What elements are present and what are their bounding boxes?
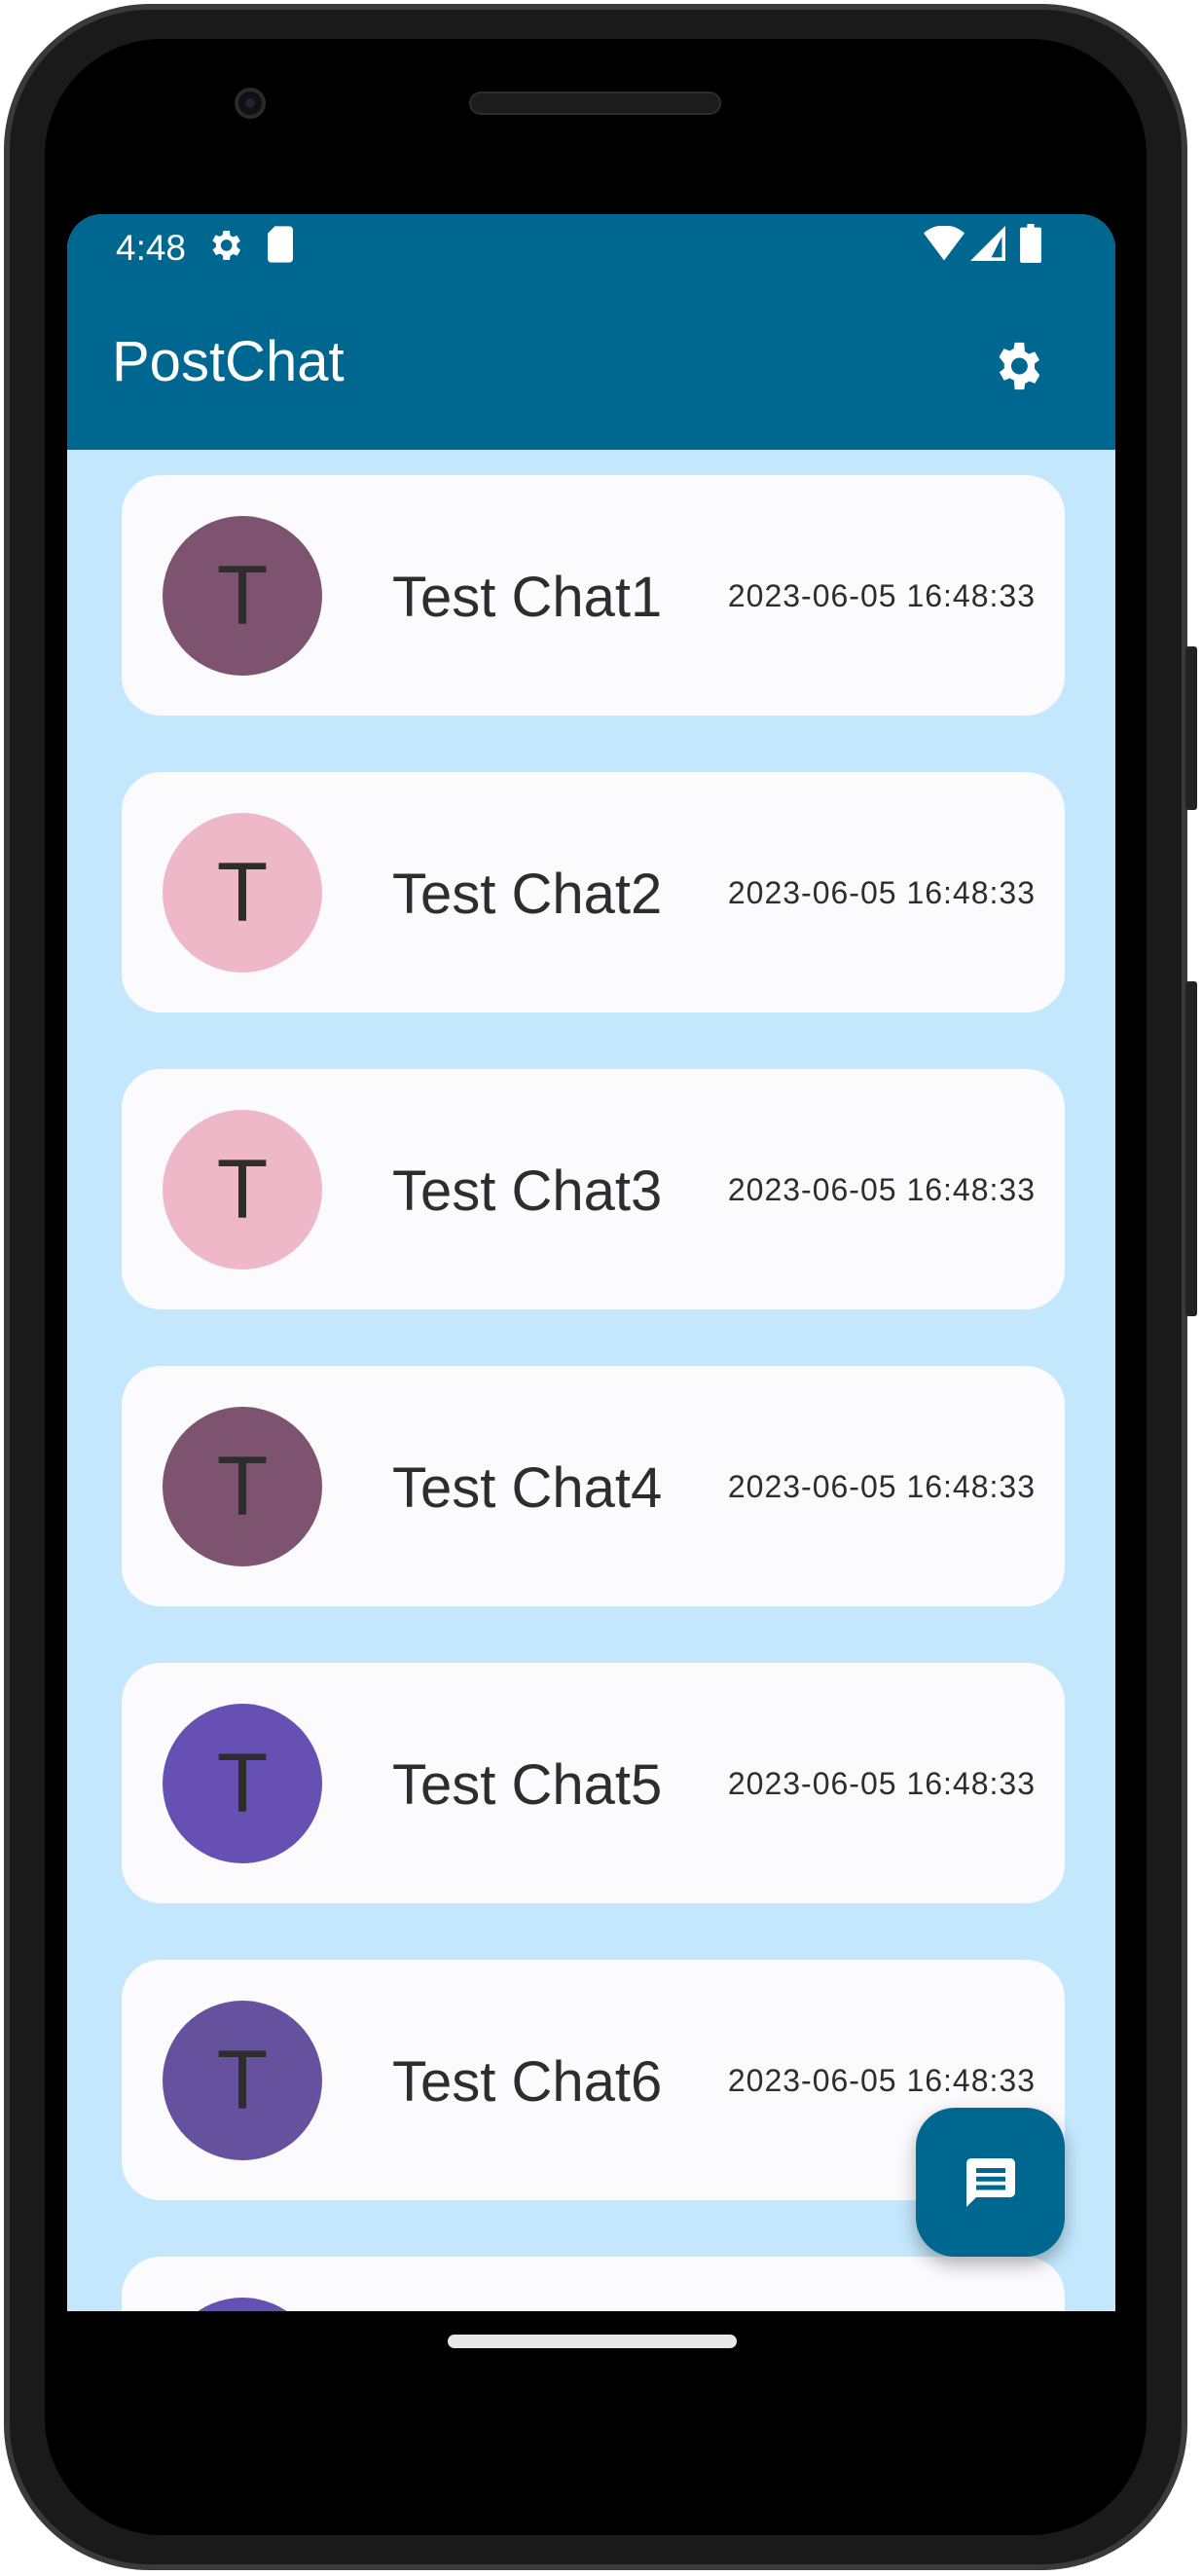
- chat-list-item[interactable]: T Test Chat1 2023-06-05 16:48:33: [122, 475, 1065, 716]
- avatar: T: [163, 1110, 322, 1270]
- battery-icon: [1020, 224, 1041, 263]
- app-title: PostChat: [112, 330, 345, 393]
- chat-list-item[interactable]: T Test Chat4 2023-06-05 16:48:33: [122, 1366, 1065, 1606]
- chat-name: Test Chat3: [392, 1159, 663, 1223]
- avatar-initial: T: [216, 2033, 269, 2127]
- chat-list-item[interactable]: T Test Chat3 2023-06-05 16:48:33: [122, 1069, 1065, 1309]
- chat-name: Test Chat4: [392, 1456, 663, 1520]
- wifi-icon: [924, 226, 965, 261]
- chat-timestamp: 2023-06-05 16:48:33: [727, 1172, 1036, 1207]
- avatar-initial: T: [216, 1142, 269, 1236]
- chat-timestamp: 2023-06-05 16:48:33: [727, 1766, 1036, 1801]
- status-time: 4:48: [116, 228, 187, 268]
- screen: 4:48 PostChat T Test Chat1 2023-06-05 16:4…: [67, 214, 1115, 2311]
- earpiece-speaker: [469, 92, 721, 115]
- avatar-initial: T: [216, 1736, 269, 1830]
- settings-gear-icon: [212, 231, 240, 260]
- chat-list-item[interactable]: [122, 2257, 1065, 2311]
- app-bar: 4:48 PostChat: [67, 214, 1115, 450]
- sd-card-icon: [268, 226, 293, 263]
- avatar-initial: T: [216, 1439, 269, 1533]
- chat-name: Test Chat2: [392, 863, 663, 926]
- avatar-initial: T: [216, 548, 269, 643]
- chat-timestamp: 2023-06-05 16:48:33: [727, 1469, 1036, 1504]
- chat-list-item[interactable]: T Test Chat2 2023-06-05 16:48:33: [122, 772, 1065, 1012]
- avatar: [163, 2298, 322, 2311]
- avatar: T: [163, 1704, 322, 1863]
- power-button: [1185, 646, 1197, 810]
- new-chat-fab[interactable]: [916, 2108, 1065, 2257]
- avatar: T: [163, 2001, 322, 2160]
- home-gesture-bar[interactable]: [448, 2335, 737, 2348]
- chat-timestamp: 2023-06-05 16:48:33: [727, 2063, 1036, 2098]
- signal-icon: [970, 226, 1005, 261]
- avatar: T: [163, 813, 322, 973]
- volume-button: [1185, 981, 1197, 1316]
- chat-timestamp: 2023-06-05 16:48:33: [727, 875, 1036, 910]
- avatar-initial: T: [216, 845, 269, 939]
- chat-timestamp: 2023-06-05 16:48:33: [727, 578, 1036, 613]
- chat-message-icon: [965, 2157, 1015, 2207]
- chat-name: Test Chat5: [392, 1753, 663, 1817]
- settings-button[interactable]: [982, 331, 1052, 401]
- chat-list-item[interactable]: T Test Chat5 2023-06-05 16:48:33: [122, 1663, 1065, 1903]
- chat-name: Test Chat6: [392, 2050, 663, 2114]
- chat-name: Test Chat1: [392, 566, 663, 629]
- avatar: T: [163, 516, 322, 676]
- settings-icon: [999, 342, 1040, 390]
- front-camera: [235, 88, 266, 119]
- avatar: T: [163, 1407, 322, 1566]
